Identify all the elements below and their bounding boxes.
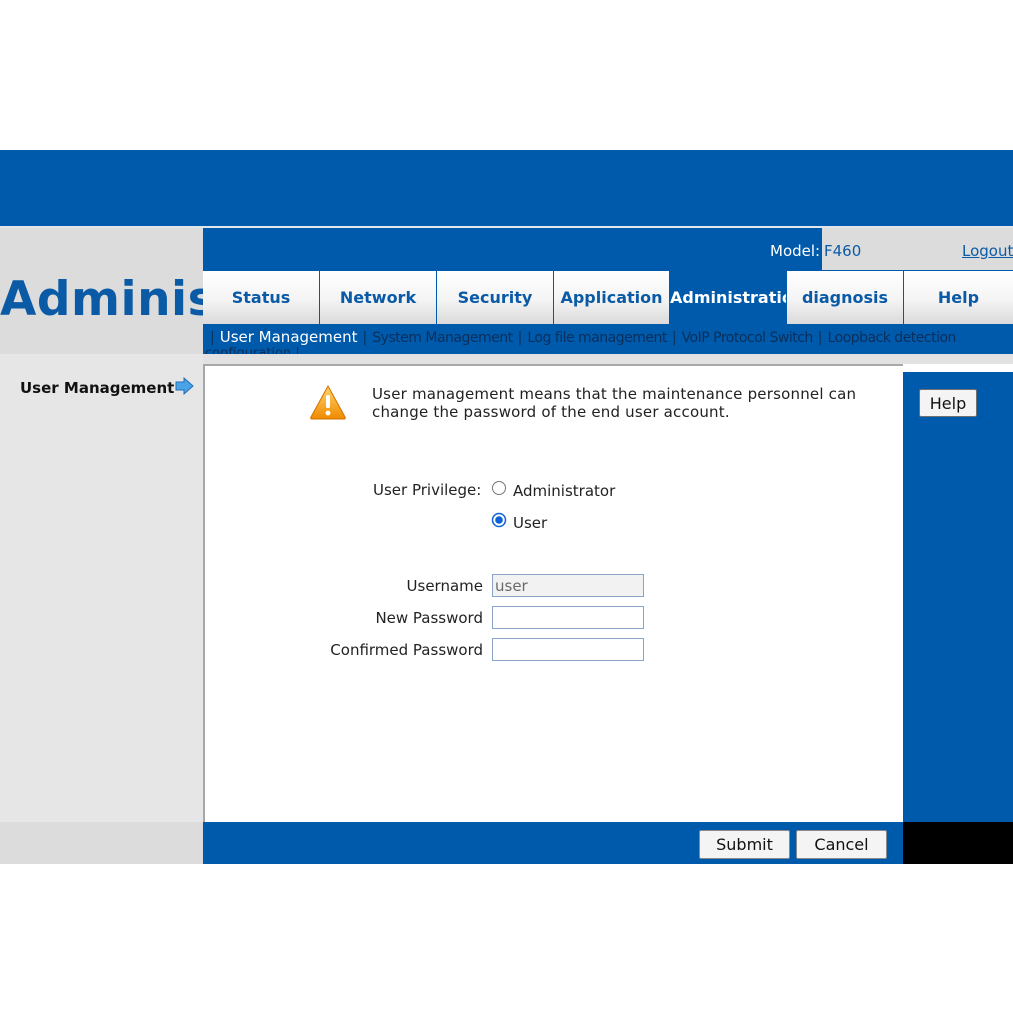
subnav-separator: | [817, 330, 823, 346]
top-banner [0, 150, 1013, 226]
new-password-field[interactable] [492, 606, 644, 629]
subnav-separator: | [362, 330, 368, 346]
administrator-radio[interactable] [491, 480, 507, 500]
right-help-panel [903, 372, 1013, 822]
tab-network[interactable]: Network [320, 271, 436, 324]
tab-help[interactable]: Help [904, 271, 1013, 324]
tab-security[interactable]: Security [437, 271, 553, 324]
subnav-system-management[interactable]: System Management [372, 330, 513, 346]
right-arrow-icon [175, 376, 194, 399]
subnav-configuration-label: configuration [205, 346, 292, 354]
tab-administration[interactable]: Administration [670, 271, 786, 324]
cancel-button[interactable]: Cancel [796, 830, 887, 859]
confirmed-password-field[interactable] [492, 638, 644, 661]
page-big-title: Adminis [0, 272, 203, 327]
footer-left [0, 822, 203, 864]
username-label: Username [406, 577, 483, 595]
username-field[interactable] [492, 574, 644, 597]
warning-icon [309, 384, 347, 424]
subnav-configuration[interactable]: configuration | [205, 346, 300, 354]
model-value: F460 [824, 242, 862, 260]
subnav-separator: | [671, 330, 677, 346]
subnav-log-file-management[interactable]: Log file management [527, 330, 667, 346]
tab-diagnosis[interactable]: diagnosis [787, 271, 903, 324]
user-radio-label[interactable]: User [513, 514, 547, 532]
administrator-radio-label[interactable]: Administrator [513, 482, 615, 500]
tab-status[interactable]: Status [203, 271, 319, 324]
subnav-loopback-detection[interactable]: Loopback detection [828, 330, 957, 346]
user-radio[interactable] [491, 512, 507, 532]
subnav-voip-protocol-switch[interactable]: VoIP Protocol Switch [682, 330, 814, 346]
left-sidebar [0, 354, 203, 822]
logout-link[interactable]: Logout [962, 242, 1013, 260]
model-label: Model: [770, 242, 821, 260]
tab-application[interactable]: Application [554, 271, 669, 324]
subnav-separator: | [517, 330, 523, 346]
subnav-separator: | [210, 330, 215, 346]
sub-navigation: | User Management | System Management | Log f… [205, 328, 1013, 354]
header-separator [203, 354, 1013, 364]
footer-corner [903, 822, 1013, 864]
sidebar-title: User Management [20, 379, 175, 397]
submit-button[interactable]: Submit [699, 830, 790, 859]
subnav-user-management[interactable]: User Management [220, 328, 358, 346]
info-text: User management means that the maintenan… [372, 385, 857, 421]
user-privilege-label: User Privilege: [373, 481, 482, 499]
new-password-label: New Password [375, 609, 483, 627]
confirmed-password-label: Confirmed Password [330, 641, 483, 659]
help-button[interactable]: Help [919, 389, 977, 417]
